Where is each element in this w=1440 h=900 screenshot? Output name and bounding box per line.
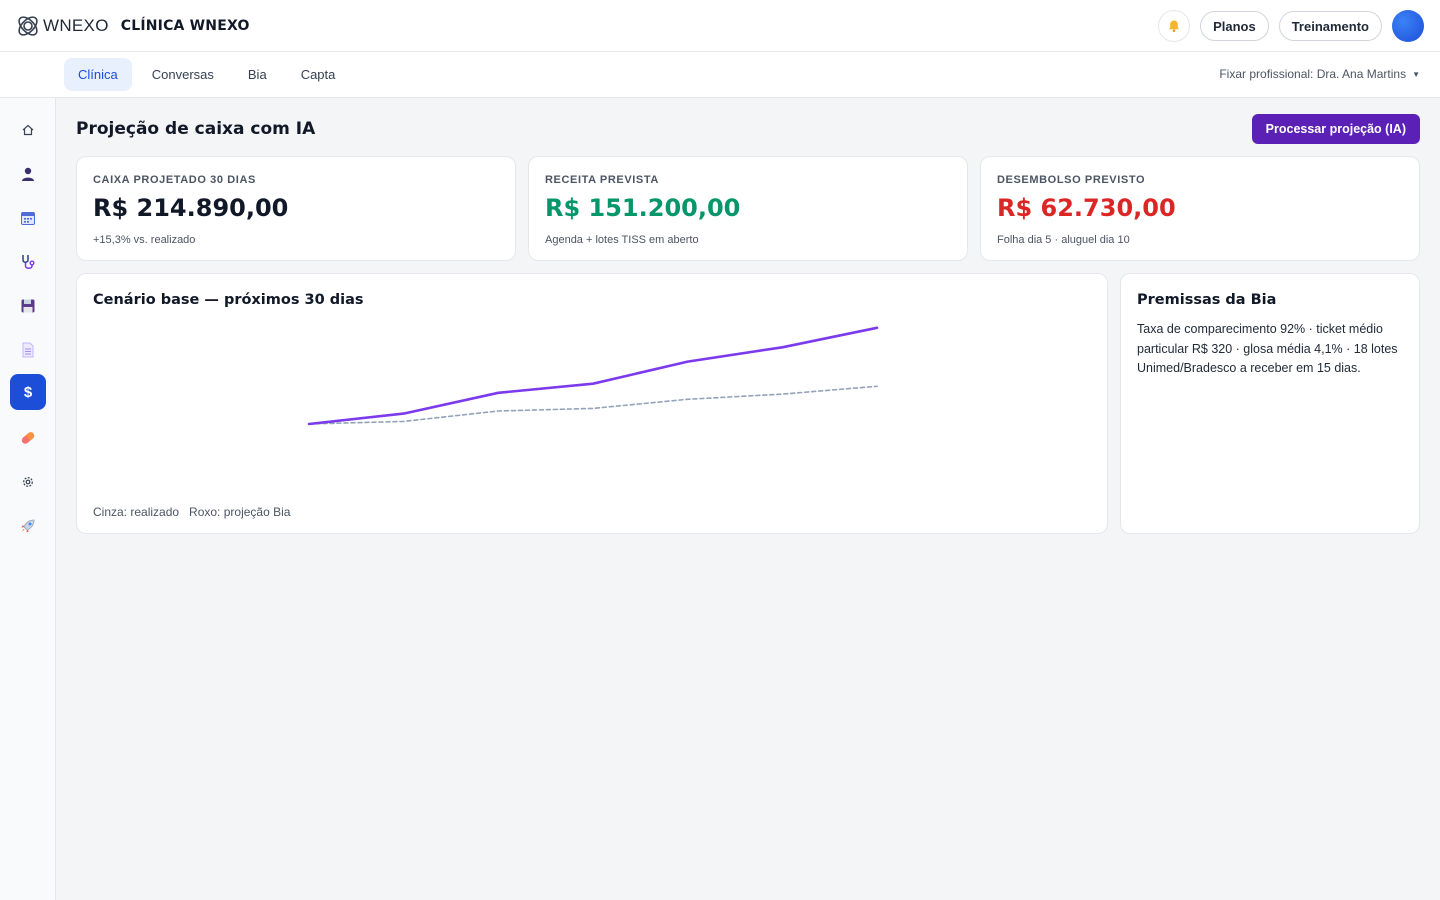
sidebar-item-clinical[interactable] [10,244,46,280]
legend-realized: Cinza: realizado [93,505,180,519]
assumptions-text: Taxa de comparecimento 92% · ticket médi… [1137,322,1398,375]
sidebar-item-finance[interactable]: $ [10,374,46,410]
sidebar-item-calendar[interactable] [10,200,46,236]
sidebar: $ [0,98,56,900]
calendar-icon [21,212,35,225]
fix-professional-select[interactable]: Fixar profissional: Dra. Ana Martins ▼ [1219,67,1420,81]
top-actions: Planos Treinamento [1158,10,1424,42]
cash-projection-chart [307,326,879,426]
series-line-projection [307,326,879,426]
notifications-button[interactable] [1158,10,1191,42]
brand[interactable]: WNEXO CLÍNICA WNEXO [14,12,250,40]
wnexo-logo-icon [18,15,38,36]
kpi-subtext: Folha dia 5 · aluguel dia 10 [997,234,1130,246]
kpi-label: CAIXA PROJETADO 30 DIAS [93,174,256,186]
home-icon [22,124,34,136]
tab-bia[interactable]: Bia [234,58,281,91]
sidebar-item-records[interactable] [10,288,46,324]
rocket-icon [21,519,35,533]
sidebar-item-pharmacy[interactable] [10,420,46,456]
user-icon [22,167,34,181]
clinic-name: CLÍNICA WNEXO [120,17,250,34]
logo-text: WNEXO [43,15,109,35]
fix-professional-label: Fixar profissional: Dra. Ana Martins [1219,67,1407,81]
chart-card: Cenário base — próximos 30 dias Cinza: r… [76,273,1108,534]
stethoscope-icon [22,255,35,269]
sidebar-item-documents[interactable] [10,332,46,368]
module-tabs: Clínica Conversas Bia Capta [64,58,355,91]
chart-legend: Cinza: realizado Roxo: projeção Bia [93,505,290,519]
process-projection-button[interactable]: Processar projeção (IA) [1251,114,1420,144]
planos-button[interactable]: Planos [1200,11,1269,41]
gear-icon [23,477,33,487]
tab-conversas[interactable]: Conversas [138,58,228,91]
sidebar-item-launch[interactable] [10,508,46,544]
kpi-value: R$ 62.730,00 [997,194,1176,222]
kpi-subtext: +15,3% vs. realizado [93,234,196,246]
kpi-subtext: Agenda + lotes TISS em aberto [545,234,699,246]
treinamento-button[interactable]: Treinamento [1278,11,1382,41]
top-header: WNEXO CLÍNICA WNEXO Planos Treinamento [0,0,1440,52]
pill-icon [21,432,35,444]
floppy-disk-icon [21,299,35,313]
kpi-label: RECEITA PREVISTA [545,174,659,186]
kpi-card-expected-revenue: RECEITA PREVISTA R$ 151.200,00 Agenda + … [528,156,968,261]
assumptions-card: Premissas da Bia Taxa de comparecimento … [1120,273,1420,534]
sidebar-item-home[interactable] [10,112,46,148]
assumptions-title: Premissas da Bia [1137,292,1277,308]
kpi-value: R$ 151.200,00 [545,194,741,222]
chevron-down-icon: ▼ [1412,69,1420,79]
dollar-icon: $ [23,383,33,401]
kpi-card-projected-cash: CAIXA PROJETADO 30 DIAS R$ 214.890,00 +1… [76,156,516,261]
sidebar-item-settings[interactable] [10,464,46,500]
document-icon [22,342,34,358]
tab-capta[interactable]: Capta [287,58,350,91]
bell-icon [1169,20,1180,32]
kpi-value: R$ 214.890,00 [93,194,289,222]
avatar[interactable] [1392,10,1424,42]
legend-projection: Roxo: projeção Bia [189,505,291,519]
kpi-card-expected-disbursement: DESEMBOLSO PREVISTO R$ 62.730,00 Folha d… [980,156,1420,261]
kpi-label: DESEMBOLSO PREVISTO [997,174,1146,186]
sub-navigation: Clínica Conversas Bia Capta Fixar profis… [0,52,1440,98]
sidebar-item-patients[interactable] [10,156,46,192]
tab-clinica[interactable]: Clínica [64,58,132,91]
page-title: Projeção de caixa com IA [76,119,316,139]
chart-title: Cenário base — próximos 30 dias [93,292,364,308]
series-line-realized [308,385,878,425]
